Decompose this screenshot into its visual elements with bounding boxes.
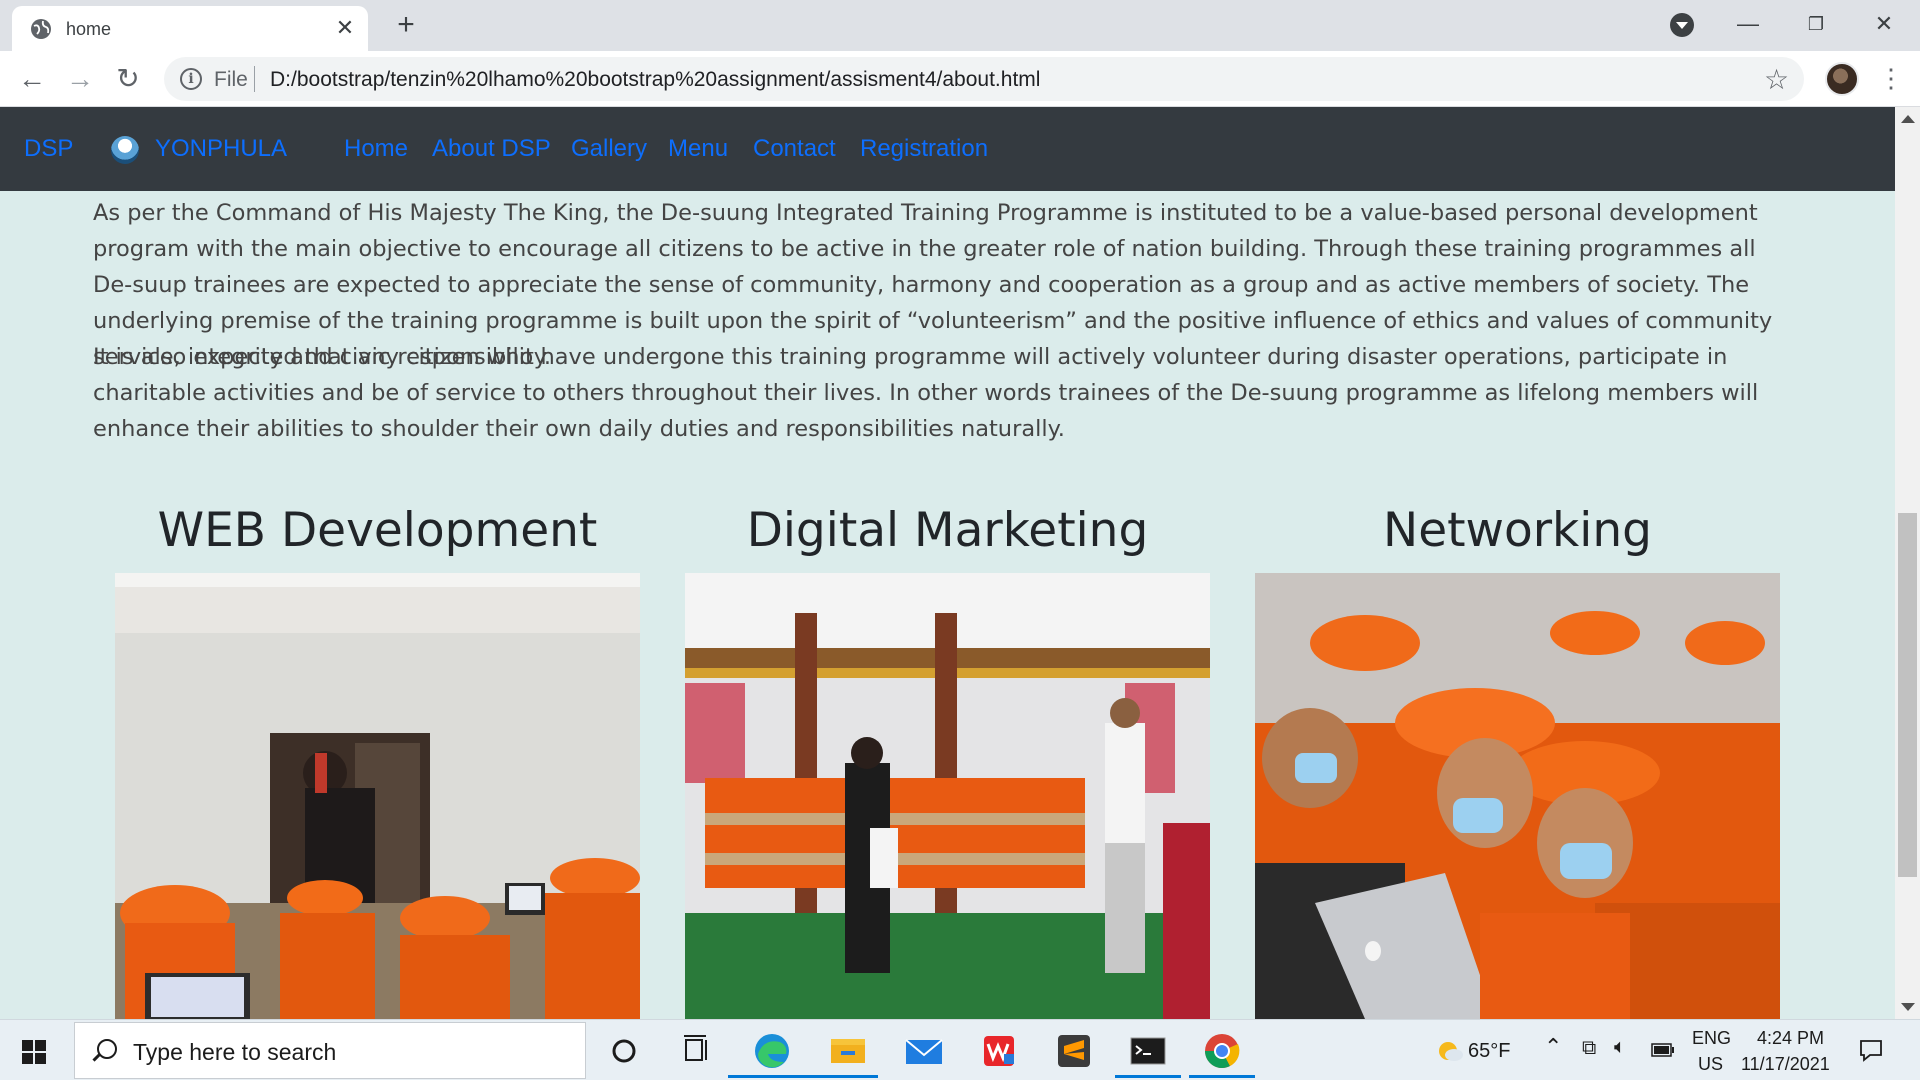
- about-paragraph-2: It is also expected that any citizen who…: [93, 344, 1759, 442]
- clock-time[interactable]: 4:24 PM: [1757, 1028, 1824, 1049]
- scroll-up-arrow-icon[interactable]: [1901, 115, 1915, 123]
- profile-avatar[interactable]: [1825, 62, 1859, 96]
- nav-link-home[interactable]: Home: [344, 135, 408, 163]
- reload-button[interactable]: ↻: [110, 61, 146, 97]
- forward-button[interactable]: →: [62, 61, 98, 97]
- card-title-networking: Networking: [1383, 503, 1652, 558]
- task-view-icon[interactable]: [666, 1026, 726, 1076]
- show-hidden-icons-icon[interactable]: ⌃: [1544, 1034, 1562, 1060]
- input-language[interactable]: ENG: [1692, 1028, 1731, 1049]
- search-icon: [97, 1039, 117, 1059]
- browser-toolbar: ← → ↻ i File D:/bootstrap/tenzin%20lhamo…: [0, 51, 1920, 107]
- back-button[interactable]: ←: [14, 61, 50, 97]
- close-window-button[interactable]: ✕: [1866, 8, 1902, 40]
- taskbar-search-box[interactable]: Type here to search: [74, 1022, 586, 1079]
- scrollbar-thumb[interactable]: [1898, 513, 1917, 877]
- browser-menu-icon[interactable]: ⋮: [1878, 60, 1904, 96]
- clock-date[interactable]: 11/17/2021: [1741, 1054, 1830, 1075]
- url-scheme-label: File: [214, 68, 248, 91]
- taskbar-active-indicator-chrome: [1189, 1075, 1255, 1078]
- scroll-down-arrow-icon[interactable]: [1901, 1003, 1915, 1011]
- digital-marketing-photo: [685, 573, 1210, 1019]
- taskbar-search-placeholder: Type here to search: [133, 1039, 337, 1065]
- taskbar-active-indicator-cmd: [1115, 1075, 1181, 1078]
- address-bar[interactable]: i File D:/bootstrap/tenzin%20lhamo%20boo…: [164, 57, 1804, 101]
- bookmark-star-icon[interactable]: ☆: [1764, 63, 1789, 96]
- weather-temperature[interactable]: 65°F: [1468, 1040, 1510, 1063]
- page-scrollbar[interactable]: [1895, 107, 1920, 1019]
- edge-browser-icon[interactable]: [742, 1026, 802, 1076]
- windows-start-icon[interactable]: [22, 1040, 46, 1064]
- chrome-icon[interactable]: [1192, 1026, 1252, 1076]
- address-separator: [254, 66, 255, 92]
- command-prompt-icon[interactable]: [1118, 1026, 1178, 1076]
- web-development-photo: [115, 573, 640, 1019]
- navbar-logo-text[interactable]: YONPHULA: [155, 135, 287, 163]
- sublime-text-icon[interactable]: [1044, 1026, 1104, 1076]
- globe-icon: [31, 19, 51, 39]
- weather-sun-icon[interactable]: [1436, 1037, 1464, 1065]
- nav-link-menu[interactable]: Menu: [668, 135, 728, 163]
- minimize-button[interactable]: —: [1730, 8, 1766, 40]
- info-icon[interactable]: i: [180, 68, 202, 90]
- nav-link-about[interactable]: About DSP: [432, 135, 551, 163]
- tab-title: home: [66, 19, 112, 39]
- tab-search-button[interactable]: [1670, 13, 1694, 37]
- card-title-web: WEB Development: [157, 503, 598, 558]
- cortana-icon[interactable]: [594, 1026, 654, 1076]
- site-navbar: DSP YONPHULA Home About DSP Gallery Menu…: [0, 107, 1895, 191]
- card-title-marketing: Digital Marketing: [746, 503, 1149, 558]
- mail-icon[interactable]: [894, 1026, 954, 1076]
- browser-tab-strip: home ✕ + — ❐ ✕: [0, 0, 1920, 51]
- url-text[interactable]: D:/bootstrap/tenzin%20lhamo%20bootstrap%…: [270, 68, 1040, 92]
- windows-taskbar: Type here to search 65°F ⌃ ⧉ 🔈︎ ENG US 4…: [0, 1019, 1920, 1080]
- device-icon[interactable]: ⧉: [1582, 1037, 1596, 1060]
- file-explorer-icon[interactable]: [818, 1026, 878, 1076]
- logo-icon: [111, 136, 139, 164]
- nav-link-gallery[interactable]: Gallery: [571, 135, 647, 163]
- page-content: As per the Command of His Majesty The Ki…: [0, 191, 1895, 1019]
- navbar-brand[interactable]: DSP: [24, 135, 73, 163]
- networking-photo: [1255, 573, 1780, 1019]
- battery-icon[interactable]: [1651, 1043, 1675, 1057]
- nav-link-contact[interactable]: Contact: [753, 135, 836, 163]
- nav-link-registration[interactable]: Registration: [860, 135, 988, 163]
- wps-office-icon[interactable]: [970, 1026, 1030, 1076]
- new-tab-button[interactable]: +: [390, 10, 422, 42]
- notification-icon[interactable]: [1858, 1037, 1884, 1063]
- taskbar-active-indicator: [728, 1075, 878, 1078]
- browser-tab[interactable]: home ✕: [12, 6, 368, 51]
- tab-close-icon[interactable]: ✕: [332, 15, 358, 41]
- restore-button[interactable]: ❐: [1798, 8, 1834, 40]
- volume-icon[interactable]: 🔈︎: [1614, 1036, 1626, 1059]
- input-region[interactable]: US: [1698, 1054, 1723, 1075]
